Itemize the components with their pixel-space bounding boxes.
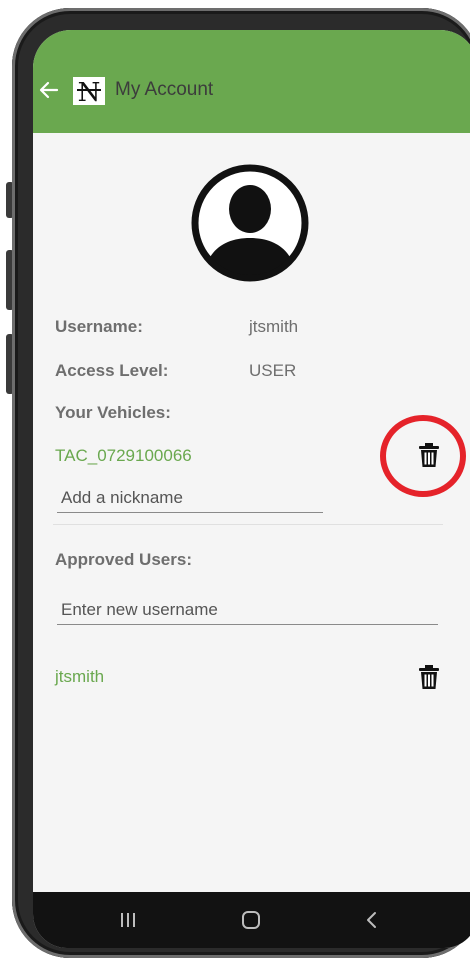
app-logo-icon: N — [73, 77, 105, 108]
divider — [53, 524, 443, 525]
arrow-left-icon[interactable] — [37, 78, 61, 102]
app-bar: N My Account — [33, 30, 470, 133]
username-value: jtsmith — [249, 317, 299, 336]
vehicles-label: Your Vehicles: — [55, 403, 171, 422]
nickname-input[interactable] — [57, 488, 323, 513]
phone-screen: N My Account Username: jtsmith Access Le… — [33, 30, 470, 948]
vehicle-id[interactable]: TAC_0729100066 — [55, 446, 192, 466]
recents-icon[interactable] — [113, 906, 143, 934]
user-avatar-icon — [191, 164, 309, 282]
chevron-left-icon[interactable] — [357, 906, 387, 934]
new-username-input[interactable] — [57, 600, 438, 625]
page-title: My Account — [115, 79, 214, 100]
access-level-label: Access Level: — [55, 361, 169, 380]
logo-letter: N — [78, 78, 101, 105]
stage: N My Account Username: jtsmith Access Le… — [0, 0, 470, 962]
access-level-value: USER — [249, 361, 297, 380]
trash-icon[interactable] — [418, 442, 440, 468]
system-nav-bar — [33, 892, 470, 948]
home-icon[interactable] — [236, 906, 266, 934]
approved-user-item[interactable]: jtsmith — [55, 667, 104, 687]
approved-users-label: Approved Users: — [55, 550, 192, 569]
username-label: Username: — [55, 317, 143, 336]
trash-icon[interactable] — [418, 664, 440, 690]
